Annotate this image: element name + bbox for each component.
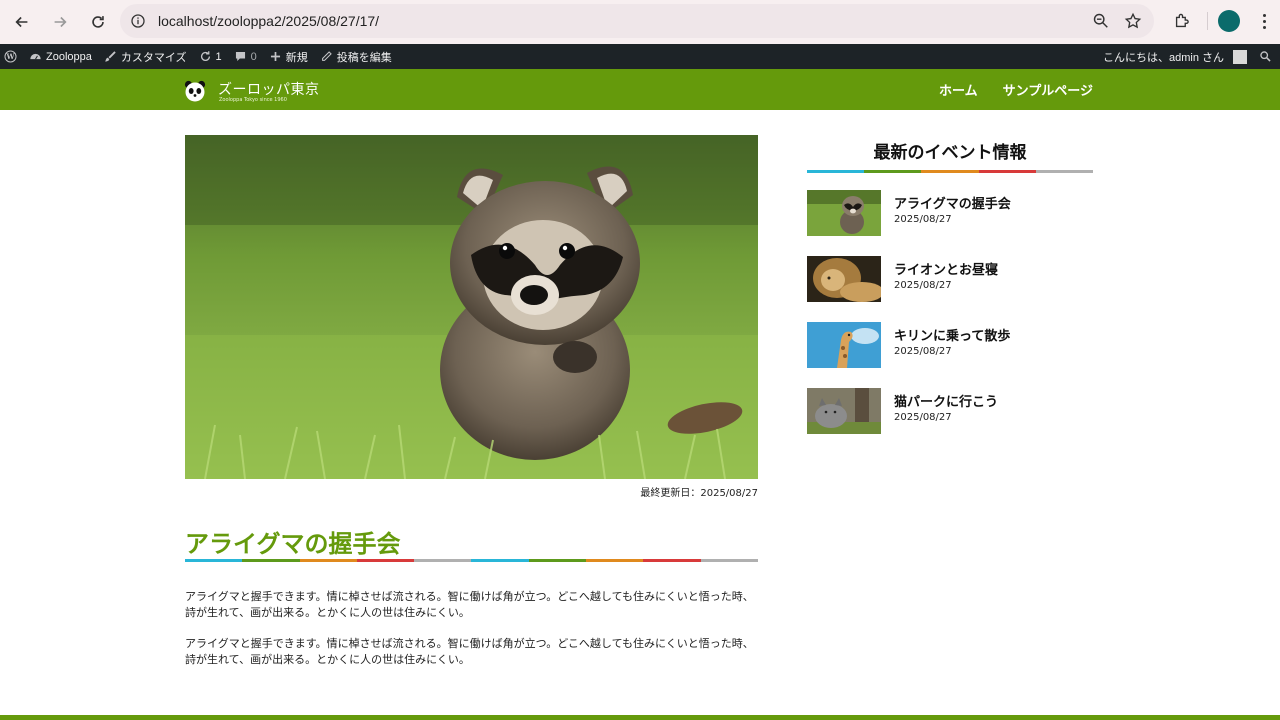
- svg-text:W: W: [5, 52, 15, 61]
- post-title: アライグマの握手会: [185, 530, 401, 558]
- reload-icon: [92, 16, 104, 28]
- pencil-icon: [321, 51, 332, 61]
- search-icon: [1260, 51, 1271, 62]
- stripe-seg: [1035, 170, 1094, 173]
- stripe-seg: [807, 170, 865, 173]
- stripe-seg: [643, 559, 701, 562]
- profile-avatar[interactable]: [1218, 10, 1240, 32]
- arrow-left-icon: [15, 16, 28, 28]
- event-thumbnail-giraffe[interactable]: [807, 322, 881, 368]
- stripe-seg: [185, 559, 243, 562]
- stripe-seg: [299, 559, 357, 562]
- forward-button[interactable]: [42, 4, 78, 40]
- browser-menu-icon[interactable]: [1252, 13, 1276, 29]
- post-paragraph: アライグマと握手できます。情に棹させば流される。智に働けば角が立つ。どこへ越して…: [185, 637, 754, 666]
- stripe-seg: [978, 170, 1036, 173]
- admin-site-name: Zooloppa: [46, 50, 92, 63]
- event-thumbnail-lion[interactable]: [807, 256, 881, 302]
- plus-icon: [270, 51, 280, 62]
- event-date: 2025/08/27: [894, 280, 952, 291]
- sidebar-stripe: [807, 170, 1094, 173]
- wordpress-logo-icon[interactable]: W: [0, 44, 23, 69]
- last-updated: 最終更新日：2025/08/27: [640, 488, 758, 499]
- sidebar-event-item[interactable]: ライオンとお昼寝 2025/08/27: [807, 256, 1093, 302]
- stripe-seg: [242, 559, 300, 562]
- nav-sample-page[interactable]: サンプルページ: [1003, 80, 1093, 99]
- edit-post-link[interactable]: 投稿を編集: [314, 44, 398, 69]
- panda-logo-icon[interactable]: [184, 80, 206, 102]
- updates-count: 1: [215, 50, 222, 63]
- stripe-seg: [528, 559, 587, 562]
- event-date: 2025/08/27: [894, 214, 952, 225]
- comment-icon: [235, 51, 245, 62]
- new-content-link[interactable]: 新規: [263, 44, 314, 69]
- stripe-seg: [700, 559, 758, 562]
- toolbar-separator: [1207, 12, 1208, 30]
- comments-link[interactable]: 0: [228, 44, 263, 69]
- stripe-seg: [471, 559, 529, 562]
- admin-avatar: [1233, 49, 1247, 64]
- bookmark-star-icon[interactable]: [1124, 12, 1142, 30]
- brush-icon: [105, 51, 116, 62]
- event-title[interactable]: アライグマの握手会: [894, 193, 1011, 212]
- event-date: 2025/08/27: [894, 412, 952, 423]
- stripe-seg: [356, 559, 415, 562]
- back-button[interactable]: [4, 4, 40, 40]
- nav-home[interactable]: ホーム: [939, 80, 978, 99]
- footer-bar: [0, 715, 1280, 720]
- event-title[interactable]: ライオンとお昼寝: [894, 259, 998, 278]
- url-text[interactable]: localhost/zooloppa2/2025/08/27/17/: [158, 13, 379, 29]
- greeting-text: こんにちは、admin さん: [1102, 51, 1224, 64]
- sidebar-event-item[interactable]: 猫パークに行こう 2025/08/27: [807, 388, 1093, 434]
- sidebar-event-item[interactable]: キリンに乗って散歩 2025/08/27: [807, 322, 1093, 368]
- arrow-right-icon: [54, 16, 67, 28]
- site-title[interactable]: ズーロッパ東京: [218, 79, 320, 99]
- sidebar-title: 最新のイベント情報: [873, 143, 1027, 163]
- admin-site-link[interactable]: Zooloppa: [23, 44, 98, 69]
- wp-admin-bar: W Zooloppa カスタマイズ 1 0 新規 投稿を編集 こんにちは、adm…: [0, 44, 1280, 69]
- featured-image: [185, 135, 758, 479]
- comments-count: 0: [250, 50, 257, 63]
- post-paragraph: アライグマと握手できます。情に棹させば流される。智に働けば角が立つ。どこへ越して…: [185, 590, 754, 619]
- event-date: 2025/08/27: [894, 346, 952, 357]
- title-stripe: [185, 559, 758, 562]
- main-nav: ホーム サンプルページ: [939, 69, 1093, 110]
- updates-link[interactable]: 1: [193, 44, 228, 69]
- sidebar-event-item[interactable]: アライグマの握手会 2025/08/27: [807, 190, 1093, 236]
- my-account-link[interactable]: こんにちは、admin さん: [1097, 44, 1253, 69]
- event-thumbnail-raccoon[interactable]: [807, 190, 881, 236]
- dashboard-icon: [30, 53, 41, 60]
- event-title[interactable]: キリンに乗って散歩: [894, 325, 1010, 344]
- customize-label: カスタマイズ: [120, 51, 187, 64]
- site-tagline: Zooloppa Tokyo since 1960: [219, 97, 287, 103]
- stripe-seg: [921, 170, 979, 173]
- site-info-icon[interactable]: [128, 11, 148, 31]
- site-header: ズーロッパ東京 Zooloppa Tokyo since 1960 ホーム サン…: [0, 69, 1280, 110]
- browser-toolbar: localhost/zooloppa2/2025/08/27/17/: [0, 0, 1280, 44]
- event-thumbnail-cat[interactable]: [807, 388, 881, 434]
- edit-post-label: 投稿を編集: [336, 51, 392, 64]
- updates-icon: [200, 51, 210, 62]
- extensions-icon[interactable]: [1167, 6, 1197, 36]
- reload-button[interactable]: [80, 4, 116, 40]
- stripe-seg: [414, 559, 472, 562]
- customize-link[interactable]: カスタマイズ: [98, 44, 193, 69]
- zoom-icon[interactable]: [1092, 12, 1110, 30]
- new-label: 新規: [285, 51, 308, 64]
- event-title[interactable]: 猫パークに行こう: [894, 391, 998, 410]
- address-bar[interactable]: localhost/zooloppa2/2025/08/27/17/: [120, 4, 1154, 38]
- stripe-seg: [586, 559, 644, 562]
- stripe-seg: [864, 170, 922, 173]
- admin-search[interactable]: [1253, 44, 1280, 69]
